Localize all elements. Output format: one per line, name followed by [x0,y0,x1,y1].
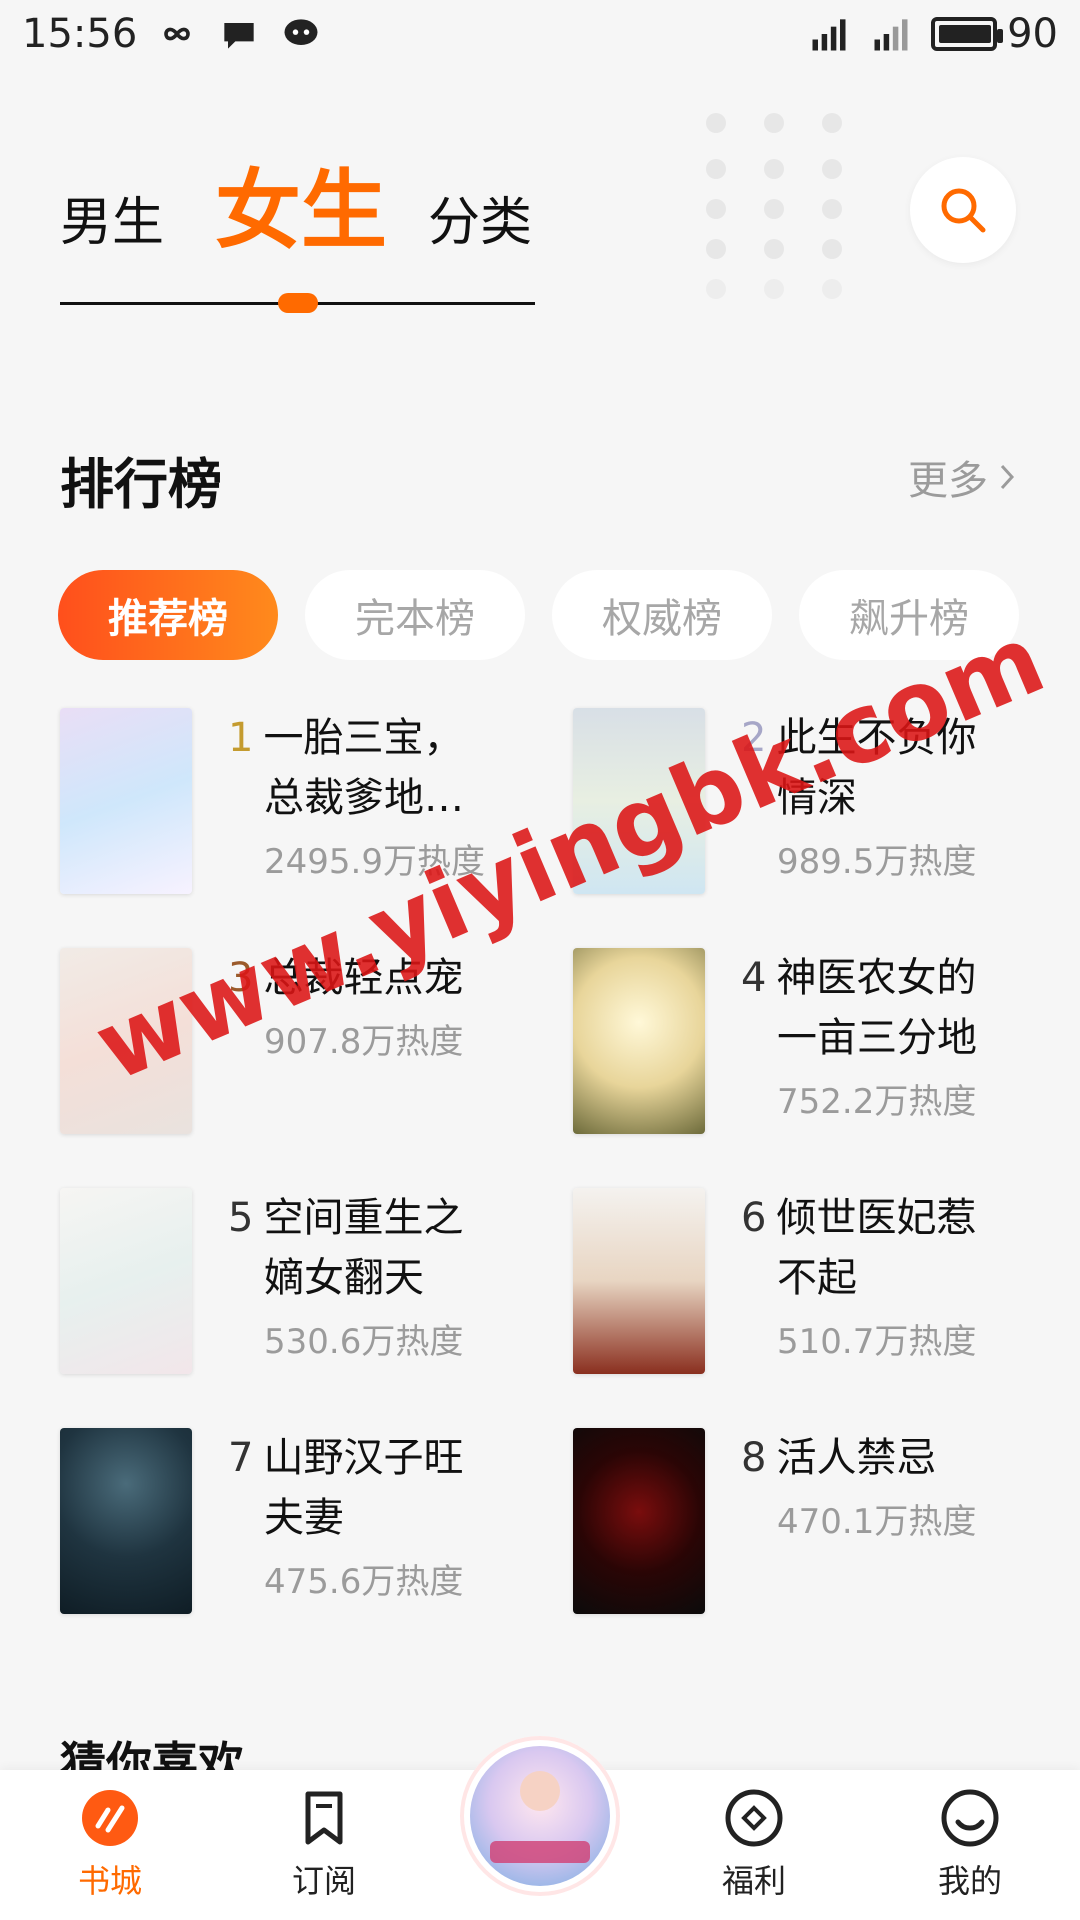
tab-active-indicator [278,293,318,313]
status-bar: 15:56 90 [0,0,1080,68]
nav-label: 订阅 [291,1862,356,1900]
header: 男生 女生 分类 [0,95,1080,355]
ranking-title: 排行榜 [60,453,222,516]
channel-tabs: 男生 女生 分类 [60,155,535,313]
more-link[interactable]: 更多 [908,448,1018,506]
book-item[interactable]: 4 神医农女的 一亩三分地 752.2万热度 [573,948,1033,1138]
tab-male[interactable]: 男生 [60,180,164,255]
nav-label: 我的 [937,1862,1002,1900]
book-subtitle: 一亩三分地 [777,1015,977,1061]
infinity-icon [164,27,191,41]
book-cover [60,1428,192,1614]
book-title: 山野汉子旺 [263,1435,464,1481]
search-button[interactable] [910,157,1016,263]
featured-cover-icon [470,1746,610,1886]
nav-label: 福利 [721,1862,786,1900]
book-cover [60,1188,192,1374]
book-cover [573,948,705,1134]
nav-profile[interactable]: 我的 [900,1788,1040,1908]
ranking-pills: 推荐榜 完本榜 权威榜 飙升榜 [58,570,1038,660]
book-title: 一胎三宝， [263,715,464,761]
profile-icon [941,1789,999,1847]
featured-book-button[interactable] [460,1736,620,1896]
rank-number: 1 [228,715,254,761]
status-time: 15:56 [22,11,138,57]
wechat-icon [284,19,318,45]
book-item[interactable]: 8 活人禁忌 470.1万热度 [573,1428,1033,1618]
battery-percent: 90 [1007,11,1058,57]
welfare-icon [725,1789,783,1847]
book-heat: 752.2万热度 [777,1082,977,1122]
book-cover [573,1188,705,1374]
book-heat: 475.6万热度 [264,1562,464,1602]
book-title: 神医农女的 [776,955,977,1001]
rank-number: 8 [741,1435,767,1481]
chat-bubble-icon [224,23,254,49]
nav-welfare[interactable]: 福利 [684,1788,824,1908]
book-heat: 530.6万热度 [264,1322,464,1362]
nav-label: 书城 [77,1862,142,1900]
tab-category[interactable]: 分类 [428,180,532,255]
book-title: 倾世医妃惹 [776,1195,977,1241]
chevron-right-icon [1000,464,1015,490]
search-icon [941,188,986,233]
book-title: 活人禁忌 [776,1435,937,1481]
more-label: 更多 [908,458,988,504]
rank-number: 5 [228,1195,254,1241]
book-item[interactable]: 7 山野汉子旺 夫妻 475.6万热度 [60,1428,520,1618]
rank-number: 7 [228,1435,254,1481]
signal-4g-icon [874,19,908,51]
tab-female[interactable]: 女生 [215,140,387,265]
nav-subscribe[interactable]: 订阅 [254,1788,394,1908]
rank-number: 4 [741,955,767,1001]
book-item[interactable]: 6 倾世医妃惹 不起 510.7万热度 [573,1188,1033,1378]
book-subtitle: 不起 [777,1255,857,1301]
battery-icon [931,17,1004,51]
subscribe-icon [305,1791,343,1845]
tab-underline [60,293,535,313]
book-subtitle: 夫妻 [264,1495,344,1541]
book-subtitle: 嫡女翻天 [264,1255,424,1301]
pill-recommend[interactable]: 推荐榜 [58,570,278,660]
rank-number: 6 [741,1195,767,1241]
book-title: 空间重生之 [263,1195,464,1241]
book-heat: 510.7万热度 [777,1322,977,1362]
book-subtitle: 总裁爹地… [264,775,464,821]
decorative-dots [706,113,846,333]
bookstore-icon [82,1790,138,1846]
battery-indicator: 90 [931,11,1058,57]
signal-icon [812,19,846,51]
pill-finished[interactable]: 完本榜 [305,570,525,660]
book-heat: 989.5万热度 [777,842,977,882]
nav-bookstore[interactable]: 书城 [40,1788,180,1908]
book-heat: 470.1万热度 [777,1502,977,1542]
bottom-nav: 书城 订阅 福利 我的 [0,1736,1080,1920]
pill-authority[interactable]: 权威榜 [552,570,772,660]
book-cover [60,708,192,894]
book-cover [573,1428,705,1614]
book-item[interactable]: 5 空间重生之 嫡女翻天 530.6万热度 [60,1188,520,1378]
